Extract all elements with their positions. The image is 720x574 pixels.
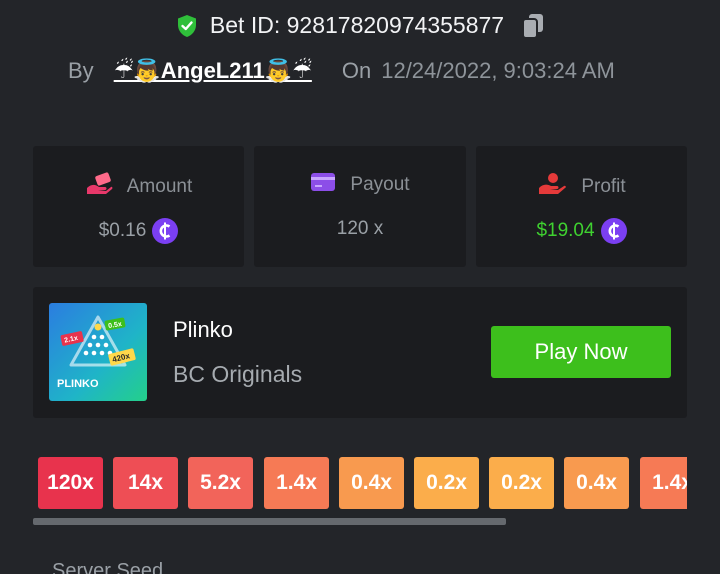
payout-label: Payout [350,174,410,195]
multiplier-bucket: 1.4x [264,457,329,509]
multiplier-bucket: 14x [113,457,178,509]
game-title: Plinko [173,317,233,342]
profit-label: Profit [581,176,626,197]
bet-id-row: Bet ID: 92817820974355877 [0,12,720,39]
bet-id-text: Bet ID: 92817820974355877 [209,12,505,38]
multiplier-bucket: 1.4x [640,457,687,509]
multiplier-bucket: 0.2x [489,457,554,509]
amount-card: Amount $0.16 [33,146,244,267]
bet-date: 12/24/2022, 9:03:24 AM [381,58,615,83]
profit-hand-icon [537,172,567,202]
card-icon [310,172,336,198]
on-label: On [341,58,372,83]
currency-coin-icon [600,218,627,244]
bet-author-row: By ☔👼AngeL211👼☔ On 12/24/2022, 9:03:24 A… [68,58,615,84]
svg-text:PLINKO: PLINKO [57,378,99,390]
multiplier-strip[interactable]: 120x 14x 5.2x 1.4x 0.4x 0.2x 0.2x 0.4x 1… [38,457,687,509]
amount-value: $0.16 [98,220,147,241]
game-provider: BC Originals [173,361,303,387]
profit-value: $19.04 [536,220,595,241]
play-now-button[interactable]: Play Now [491,326,671,378]
multiplier-bucket: 0.2x [414,457,479,509]
multiplier-bucket: 5.2x [188,457,253,509]
payout-card: Payout 120 x [254,146,466,267]
username-link[interactable]: ☔👼AngeL211👼☔ [114,58,312,84]
plinko-thumbnail[interactable]: 2.1x 0.5x 420x PLINKO [49,303,147,401]
verified-shield-icon [176,14,198,38]
multiplier-bucket: 0.4x [339,457,404,509]
multiplier-bucket: 120x [38,457,103,509]
currency-coin-icon [152,218,179,244]
copy-icon[interactable] [522,13,544,39]
profit-card: Profit $19.04 [476,146,687,267]
payout-value: 120 x [336,218,384,239]
amount-label: Amount [126,176,193,197]
by-label: By [68,58,94,83]
multiplier-bucket: 0.4x [564,457,629,509]
horizontal-scrollbar[interactable] [33,518,506,525]
game-card: 2.1x 0.5x 420x PLINKO Plinko BC Original… [33,287,687,418]
server-seed-label: Server Seed [52,560,164,574]
money-hand-icon [85,172,113,202]
